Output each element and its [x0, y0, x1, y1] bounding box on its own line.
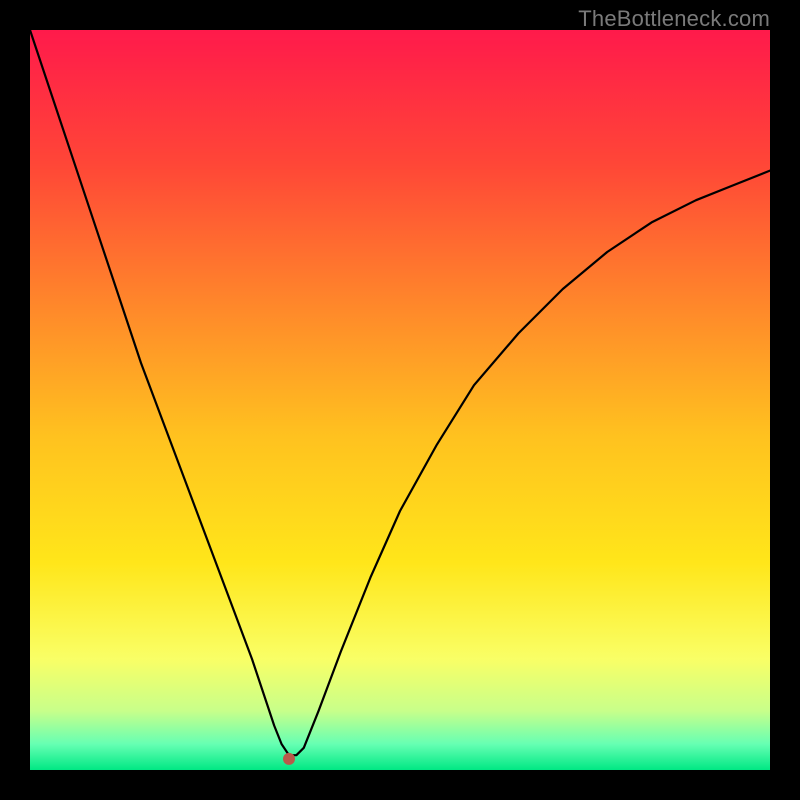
bottleneck-chart: [30, 30, 770, 770]
optimum-marker: [283, 753, 295, 765]
watermark-label: TheBottleneck.com: [578, 6, 770, 32]
chart-background: [30, 30, 770, 770]
chart-frame: [30, 30, 770, 770]
